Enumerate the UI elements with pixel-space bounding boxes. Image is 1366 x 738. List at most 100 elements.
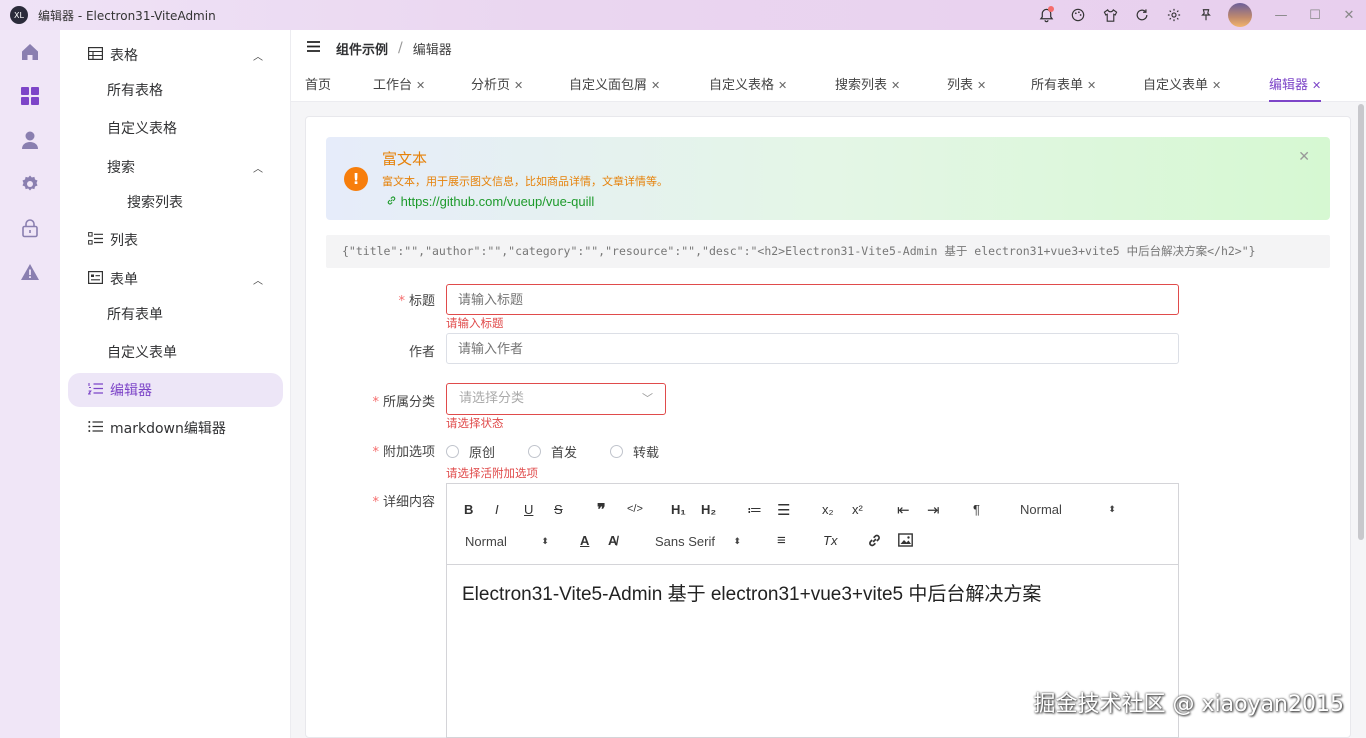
menu-toggle-icon[interactable] bbox=[307, 40, 320, 56]
sidebar-item-markdown-editor[interactable]: markdown编辑器 bbox=[68, 411, 283, 445]
tab-list[interactable]: 列表 ✕ bbox=[947, 74, 986, 102]
chevron-up-icon: ︿ bbox=[253, 163, 263, 175]
sidebar-item-label: markdown编辑器 bbox=[110, 421, 226, 437]
pin-icon[interactable] bbox=[1190, 0, 1222, 30]
outdent-icon[interactable]: ⇤ bbox=[897, 501, 910, 519]
close-icon[interactable]: ✕ bbox=[416, 79, 425, 92]
align-icon[interactable]: ≡ bbox=[777, 532, 786, 549]
close-icon[interactable]: ✕ bbox=[514, 79, 523, 92]
font-select[interactable]: Sans Serif ⬍ bbox=[655, 534, 741, 549]
author-label: 作者 bbox=[408, 345, 435, 360]
link-icon[interactable] bbox=[867, 533, 882, 551]
user-icon[interactable] bbox=[0, 118, 60, 162]
settings-icon[interactable] bbox=[0, 162, 60, 206]
author-input[interactable] bbox=[446, 333, 1179, 364]
tab-editor[interactable]: 编辑器 ✕ bbox=[1269, 74, 1322, 102]
tab-custom-breadcrumb[interactable]: 自定义面包屑 ✕ bbox=[569, 74, 660, 102]
tab-workbench[interactable]: 工作台 ✕ bbox=[373, 74, 425, 102]
tab-label: 所有表单 bbox=[1031, 78, 1084, 93]
sidebar-item-search-list[interactable]: 搜索列表 bbox=[68, 185, 283, 219]
code-block-icon[interactable]: </> bbox=[627, 503, 643, 515]
shirt-icon[interactable] bbox=[1094, 0, 1126, 30]
blockquote-icon[interactable]: ❞ bbox=[597, 500, 606, 520]
bold-icon[interactable]: B bbox=[464, 502, 473, 517]
radio-circle bbox=[610, 445, 623, 458]
alert-link[interactable]: https://github.com/vueup/vue-quill bbox=[386, 194, 594, 209]
tab-all-forms[interactable]: 所有表单 ✕ bbox=[1031, 74, 1096, 102]
editor-content[interactable]: Electron31-Vite5-Admin 基于 electron31+vue… bbox=[462, 579, 1041, 606]
sidebar-item-custom-form[interactable]: 自定义表单 bbox=[68, 335, 283, 369]
text-direction-icon[interactable]: ¶ bbox=[973, 502, 980, 517]
ordered-list-icon[interactable]: ≔ bbox=[747, 501, 762, 519]
header-select[interactable]: Normal ⬍ bbox=[465, 534, 549, 549]
indent-icon[interactable]: ⇥ bbox=[927, 501, 940, 519]
close-icon[interactable]: ✕ bbox=[1312, 79, 1321, 92]
title-label: * 标题 bbox=[398, 294, 435, 309]
close-icon[interactable]: ✕ bbox=[977, 79, 986, 92]
breadcrumb-parent[interactable]: 组件示例 bbox=[336, 39, 388, 58]
sidebar-item-custom-table[interactable]: 自定义表格 bbox=[68, 111, 283, 145]
refresh-icon[interactable] bbox=[1126, 0, 1158, 30]
tab-label: 分析页 bbox=[471, 78, 511, 93]
sidebar-item-editor[interactable]: 编辑器 bbox=[68, 373, 283, 407]
gear-icon[interactable] bbox=[1158, 0, 1190, 30]
sidebar-item-label: 搜索列表 bbox=[127, 195, 183, 211]
radio-original[interactable]: 原创 bbox=[446, 442, 495, 461]
clear-format-icon[interactable]: Tx bbox=[823, 533, 837, 548]
tab-home[interactable]: 首页 bbox=[305, 74, 331, 102]
superscript-icon[interactable]: x² bbox=[852, 502, 863, 517]
tab-label: 首页 bbox=[305, 78, 332, 93]
strikethrough-icon[interactable]: S bbox=[554, 502, 563, 517]
sidebar-item-all-tables[interactable]: 所有表格 bbox=[68, 73, 283, 107]
bell-icon[interactable] bbox=[1030, 0, 1062, 30]
title-input[interactable] bbox=[446, 284, 1179, 315]
tab-search-list[interactable]: 搜索列表 ✕ bbox=[835, 74, 900, 102]
warning-icon: ! bbox=[344, 167, 368, 191]
list-icon bbox=[88, 231, 104, 249]
close-icon[interactable]: ✕ bbox=[778, 79, 787, 92]
radio-first-release[interactable]: 首发 bbox=[528, 442, 577, 461]
maximize-icon[interactable]: ☐ bbox=[1298, 0, 1332, 30]
category-select[interactable]: 请选择分类 ﹀ bbox=[446, 383, 666, 415]
sidebar-item-table[interactable]: 表格 ︿ bbox=[68, 38, 283, 72]
breadcrumb-separator: / bbox=[398, 40, 403, 56]
vertical-scrollbar[interactable] bbox=[1358, 104, 1364, 540]
chevron-up-icon: ︿ bbox=[253, 51, 263, 63]
subscript-icon[interactable]: x₂ bbox=[822, 502, 834, 517]
home-icon[interactable] bbox=[0, 30, 60, 74]
radio-label: 首发 bbox=[551, 446, 578, 461]
bullet-list-icon[interactable]: ☰ bbox=[777, 501, 790, 519]
italic-icon[interactable]: I bbox=[495, 502, 499, 517]
user-avatar[interactable] bbox=[1228, 3, 1252, 27]
grid-icon[interactable] bbox=[0, 74, 60, 118]
alert-close-icon[interactable]: ✕ bbox=[1298, 149, 1310, 165]
sidebar-item-list[interactable]: 列表 bbox=[68, 223, 283, 257]
tab-custom-table[interactable]: 自定义表格 ✕ bbox=[709, 74, 787, 102]
close-icon[interactable]: ✕ bbox=[651, 79, 660, 92]
tab-custom-form[interactable]: 自定义表单 ✕ bbox=[1143, 74, 1221, 102]
size-select[interactable]: Normal ⬍ bbox=[1020, 502, 1116, 517]
radio-repost[interactable]: 转载 bbox=[610, 442, 659, 461]
background-color-icon[interactable]: A̸ bbox=[608, 533, 617, 548]
header-2-icon[interactable]: H₂ bbox=[701, 502, 716, 517]
select-arrows-icon: ⬍ bbox=[733, 536, 741, 546]
warning-icon[interactable] bbox=[0, 250, 60, 294]
underline-icon[interactable]: U bbox=[524, 502, 533, 517]
close-icon[interactable]: ✕ bbox=[1087, 79, 1096, 92]
close-icon[interactable]: ✕ bbox=[1212, 79, 1221, 92]
extra-error: 请选择活附加选项 bbox=[446, 466, 538, 480]
tab-analysis[interactable]: 分析页 ✕ bbox=[471, 74, 523, 102]
header-1-icon[interactable]: H₁ bbox=[671, 502, 686, 517]
palette-icon[interactable] bbox=[1062, 0, 1094, 30]
sidebar-item-form[interactable]: 表单 ︿ bbox=[68, 262, 283, 296]
font-color-icon[interactable]: A bbox=[580, 533, 589, 548]
tab-label: 搜索列表 bbox=[835, 78, 888, 93]
image-icon[interactable] bbox=[898, 533, 913, 550]
sidebar-item-all-forms[interactable]: 所有表单 bbox=[68, 297, 283, 331]
sidebar-item-search[interactable]: 搜索 ︿ bbox=[68, 150, 283, 184]
minimize-icon[interactable]: — bbox=[1264, 0, 1298, 30]
close-icon[interactable]: ✕ bbox=[1332, 0, 1366, 30]
lock-icon[interactable] bbox=[0, 206, 60, 250]
close-icon[interactable]: ✕ bbox=[891, 79, 900, 92]
sidebar-item-label: 所有表格 bbox=[107, 83, 163, 99]
